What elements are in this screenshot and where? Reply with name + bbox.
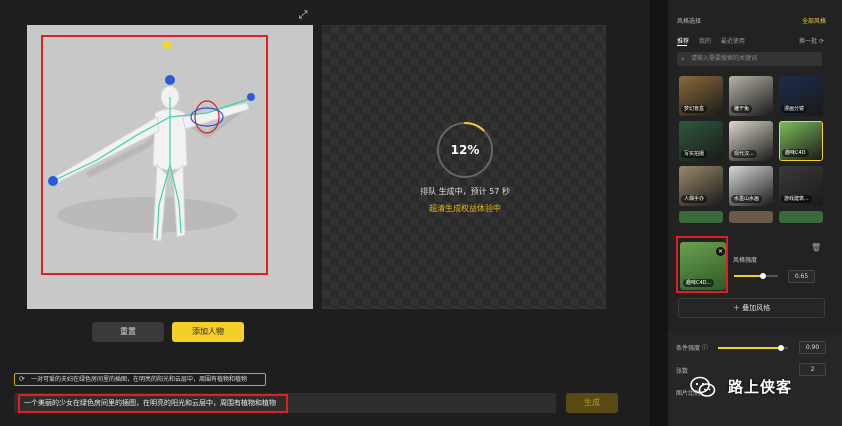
progress-percent: 12% <box>450 143 480 157</box>
prompt-suggestion[interactable]: ⟳ 一对可爱的夫妇在绿色房间里的插图，在明亮的阳光和云层中，周围有植物和植物 <box>14 373 266 386</box>
close-icon[interactable]: ✕ <box>716 247 725 256</box>
condition-strength-label: 条件强度 ⓘ <box>676 345 708 352</box>
style-thumbnail-label: 漫画分镜 <box>781 105 808 113</box>
search-placeholder: 请输入需要搜索的关键词 <box>691 55 758 62</box>
style-thumbnail[interactable]: 雕ヂ兔 <box>729 76 773 116</box>
watermark: 路上侠客 <box>690 374 832 400</box>
style-thumbnail-label: 人偶手办 <box>681 195 708 203</box>
image-count-label: 张数 <box>676 368 689 375</box>
style-strength-fill <box>734 275 763 277</box>
style-thumbnail[interactable]: 写实拍摄 <box>679 121 723 161</box>
selected-style-label: 趣味C4D... <box>683 279 715 287</box>
add-style-button[interactable]: ＋ 叠加风格 <box>678 298 825 318</box>
style-thumbnail-label: 趣味C4D <box>782 149 809 157</box>
style-thumbnail-label: 梦幻盲盒 <box>681 105 708 113</box>
selected-style-card[interactable]: 趣味C4D... ✕ <box>676 236 728 293</box>
style-thumbnail-label: 写实拍摄 <box>681 150 708 158</box>
suggestion-text: 一对可爱的夫妇在绿色房间里的插图，在明亮的阳光和云层中，周围有植物和植物 <box>31 376 248 383</box>
style-thumbnail-label: 现代汉... <box>731 150 757 158</box>
condition-strength-fill <box>718 347 781 349</box>
search-icon: ⌕ <box>681 55 685 63</box>
generation-preview: 12% 排队 生成中，预计 57 秒 超清生成权益体验中 <box>322 25 606 309</box>
queue-status: 排队 生成中，预计 57 秒 <box>420 187 510 196</box>
tab-recent[interactable]: 最近使用 <box>721 38 745 45</box>
condition-label-text: 条件强度 <box>676 345 701 352</box>
style-strength-slider[interactable] <box>734 273 778 279</box>
watermark-text: 路上侠客 <box>728 378 793 396</box>
style-thumbnail-partial[interactable] <box>679 211 723 223</box>
style-strength-value[interactable]: 0.65 <box>788 270 815 283</box>
trash-icon[interactable]: 🗑 <box>811 243 821 252</box>
panel-divider <box>650 0 668 426</box>
app-window: ⤢ 12% 排队 生成中，预计 57 秒 超清生成权益体验中 重置 添加人物 ⟳… <box>0 0 842 426</box>
reset-button[interactable]: 重置 <box>92 322 164 342</box>
style-thumbnail-label: 水墨山水画 <box>731 195 763 203</box>
style-thumbnail-label: 游戏建筑... <box>781 195 812 203</box>
main-workspace: ⤢ 12% 排队 生成中，预计 57 秒 超清生成权益体验中 重置 添加人物 ⟳… <box>0 0 650 426</box>
refresh-batch-button[interactable]: 换一批 ⟳ <box>799 36 824 45</box>
add-person-button[interactable]: 添加人物 <box>172 322 244 342</box>
style-thumbnail[interactable]: 游戏建筑... <box>779 166 823 206</box>
condition-strength-value[interactable]: 0.90 <box>799 341 826 354</box>
style-search-input[interactable]: ⌕ 请输入需要搜索的关键词 <box>677 52 822 66</box>
tab-recommended[interactable]: 推荐 <box>677 38 689 45</box>
style-panel-title: 风格选择 <box>677 18 702 25</box>
style-thumbnail[interactable]: 漫画分镜 <box>779 76 823 116</box>
pose-highlight-frame <box>41 35 268 275</box>
condition-strength-slider[interactable] <box>718 345 788 351</box>
refresh-icon[interactable]: ⟳ <box>19 374 25 385</box>
style-strength-label: 风格强度 <box>733 257 758 264</box>
style-thumbnail-partial[interactable] <box>779 211 823 223</box>
refresh-label: 换一批 <box>799 38 818 45</box>
style-strength-knob[interactable] <box>759 273 766 279</box>
generate-button[interactable]: 生成 <box>566 393 618 413</box>
speed-hint: 超清生成权益体验中 <box>429 204 501 213</box>
style-thumbnail[interactable]: 人偶手办 <box>679 166 723 206</box>
condition-strength-knob[interactable] <box>778 345 784 351</box>
style-thumbnail[interactable]: 梦幻盲盒 <box>679 76 723 116</box>
all-styles-link[interactable]: 全部风格 <box>802 16 826 25</box>
style-tabs: 推荐 我的 最近使用 <box>677 36 753 45</box>
add-style-label: 叠加风格 <box>742 304 771 312</box>
style-thumbnail-label: 雕ヂ兔 <box>731 105 753 113</box>
active-tab-underline <box>677 45 687 46</box>
prompt-text[interactable]: 一个美丽的少女在绿色房间里的插图，在明亮的阳光和云层中，周围有植物和植物 <box>18 394 288 413</box>
style-thumbnail-partial[interactable] <box>729 211 773 223</box>
style-thumbnail[interactable]: 水墨山水画 <box>729 166 773 206</box>
style-thumbnail[interactable]: 现代汉... <box>729 121 773 161</box>
expand-icon[interactable]: ⤢ <box>296 8 310 22</box>
tab-mine[interactable]: 我的 <box>699 38 711 45</box>
wechat-logo-icon <box>690 376 716 397</box>
style-thumbnail[interactable]: 趣味C4D <box>779 121 823 161</box>
